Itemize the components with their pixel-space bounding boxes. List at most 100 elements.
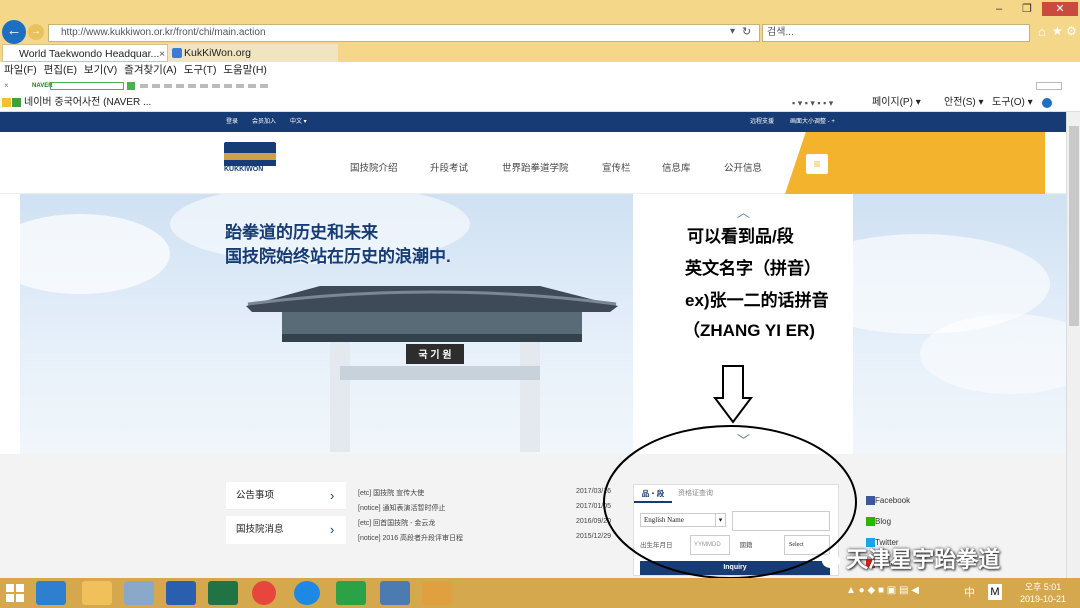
ie-icon[interactable]	[36, 581, 66, 605]
blog-link[interactable]: Blog	[866, 511, 910, 532]
naver-toolbar: × NAVER	[0, 78, 1080, 94]
help-icon[interactable]	[1042, 98, 1052, 108]
word-icon[interactable]	[166, 581, 196, 605]
minimize-button[interactable]: –	[986, 2, 1012, 16]
nav-public-info[interactable]: 公开信息	[724, 160, 762, 174]
side-tab-notices[interactable]: 公告事项 ›	[226, 482, 346, 510]
notice-list: [etc] 国技院 宣传大使 2017/03/16 [notice] 通知表演活暂…	[358, 488, 618, 548]
chevron-right-icon: ›	[330, 522, 335, 537]
menu-page[interactable]: 페이지(P) ▾	[872, 94, 921, 112]
favorites-star-icon[interactable]	[2, 98, 11, 107]
remote-support-link[interactable]: 远程支援	[750, 112, 774, 132]
wechat-icon	[822, 554, 840, 569]
nav-academy[interactable]: 世界跆拳道学院	[502, 160, 569, 174]
menu-file[interactable]: 파일(F)	[4, 64, 37, 76]
scrollbar-thumb[interactable]	[1069, 126, 1079, 326]
nav-about[interactable]: 国技院介绍	[350, 160, 398, 174]
toolbar-options[interactable]	[1036, 82, 1062, 90]
favicon-icon	[172, 48, 182, 58]
list-item[interactable]: [notice] 2016 高段者升段评审日程 2015/12/29	[358, 533, 618, 548]
down-arrow-icon	[713, 365, 753, 424]
kukkiwon-logo[interactable]: KUKKIWON	[224, 142, 276, 174]
star-icon[interactable]: ★	[1052, 24, 1063, 38]
snipping-tool-icon[interactable]	[124, 581, 154, 605]
zoom-control[interactable]: 画面大小调整 - +	[790, 112, 835, 132]
chrome-icon[interactable]	[252, 581, 276, 605]
refresh-icon[interactable]: ↻	[742, 25, 751, 38]
blog-icon	[866, 517, 875, 527]
toolbar-close-icon[interactable]: ×	[4, 78, 9, 94]
hero-headline-2: 国技院始终站在历史的浪潮中.	[225, 247, 451, 266]
forward-button[interactable]: →	[28, 24, 44, 40]
chevron-up-icon[interactable]: ︿	[737, 202, 750, 221]
home-icon[interactable]: ⌂	[1038, 24, 1046, 39]
join-link[interactable]: 会员加入	[252, 112, 276, 132]
web-content: 登录 会员加入 中文 ▾ 远程支援 画面大小调整 - + KUKKIWON 国技…	[0, 112, 1066, 578]
favorites-bar: 네이버 중국어사전 (NAVER ... ▪ ▾ ▪ ▾ ▪ ▪ ▾ 페이지(P…	[0, 94, 1080, 112]
social-label: Facebook	[875, 496, 911, 505]
menu-tools[interactable]: 도구(T)	[184, 64, 217, 76]
back-button[interactable]: ←	[2, 20, 26, 44]
login-link[interactable]: 登录	[226, 112, 238, 132]
address-bar[interactable]: http://www.kukkiwon.or.kr/front/chi/main…	[48, 24, 760, 42]
naver-search-button[interactable]	[127, 82, 135, 90]
nav-info[interactable]: 信息库	[662, 160, 691, 174]
photo-viewer-icon[interactable]	[380, 581, 410, 605]
list-item[interactable]: [etc] 回首国技院 - 金云龙 2016/09/20	[358, 518, 618, 533]
address-row: ← → http://www.kukkiwon.or.kr/front/chi/…	[0, 20, 1080, 44]
ime-indicator[interactable]: 中	[964, 584, 975, 600]
notice-title: [etc] 回首国技院 - 金云龙	[358, 520, 436, 527]
notice-title: [notice] 2016 高段者升段评审日程	[358, 535, 464, 542]
nav-pr[interactable]: 宣传栏	[602, 160, 631, 174]
naver-search-input[interactable]	[50, 82, 124, 90]
social-label: Blog	[875, 517, 892, 526]
excel-icon[interactable]	[208, 581, 238, 605]
favorite-naver-dictionary[interactable]: 네이버 중국어사전 (NAVER ...	[24, 94, 151, 112]
taskbar: ▲ ● ◆ ■ ▣ ▤ ◀ 中 M 오후 5:01 2019-10-21	[0, 578, 1080, 608]
tab-label: World Taekwondo Headquar...	[19, 48, 160, 60]
hero-banner: 국 기 원 跆拳道的历史和未来 国技院始终站在历史的浪潮中.	[20, 194, 1066, 454]
site-header: KUKKIWON 国技院介绍 升段考试 世界跆拳道学院 宣传栏 信息库 公开信息…	[0, 132, 1066, 194]
hamburger-menu-icon[interactable]: ≡	[806, 154, 828, 174]
menu-favorites[interactable]: 즐겨찾기(A)	[124, 64, 177, 76]
gate-sign: 국 기 원	[418, 350, 452, 361]
list-item[interactable]: [etc] 国技院 宣传大使 2017/03/16	[358, 488, 618, 503]
menu-tools-cmd[interactable]: 도구(O) ▾	[992, 94, 1033, 112]
windows-start-icon[interactable]	[6, 584, 24, 602]
paint-icon[interactable]	[422, 581, 452, 605]
menu-safety[interactable]: 안전(S) ▾	[944, 94, 984, 112]
menu-help[interactable]: 도움말(H)	[223, 64, 267, 76]
watermark-text: 天津星宇跆拳道	[822, 542, 1000, 574]
list-item[interactable]: [notice] 通知表演活暂时停止 2017/01/05	[358, 503, 618, 518]
tab-world-taekwondo[interactable]: World Taekwondo Headquar... ×	[2, 44, 168, 62]
highlight-ellipse	[603, 425, 857, 578]
toolbar-items[interactable]	[140, 84, 270, 88]
menu-edit[interactable]: 편집(E)	[44, 64, 77, 76]
command-icons[interactable]: ▪ ▾ ▪ ▾ ▪ ▪ ▾	[792, 94, 833, 112]
menu-bar: 파일(F) 편집(E) 보기(V) 즐겨찾기(A) 도구(T) 도움말(H)	[0, 62, 1080, 78]
wechat-icon[interactable]	[336, 581, 366, 605]
restore-button[interactable]: ❐	[1014, 2, 1040, 16]
menu-view[interactable]: 보기(V)	[84, 64, 117, 76]
facebook-link[interactable]: Facebook	[866, 490, 910, 511]
scrollbar[interactable]	[1066, 112, 1080, 578]
search-input[interactable]: 검색...	[762, 24, 1030, 42]
annotation-line-2: 英文名字（拼音）	[685, 259, 821, 278]
annotation-line-1: 可以看到品/段	[687, 227, 794, 246]
dropdown-icon[interactable]: ▾	[730, 26, 735, 37]
tab-label: KukKiWon.org	[184, 47, 251, 59]
browser-icon[interactable]	[294, 581, 320, 605]
close-button[interactable]: ✕	[1042, 2, 1078, 16]
tab-close-icon[interactable]: ×	[159, 45, 165, 63]
clock[interactable]: 오후 5:01 2019-10-21	[1012, 581, 1074, 605]
file-explorer-icon[interactable]	[82, 581, 112, 605]
side-tab-news[interactable]: 国技院消息 ›	[226, 516, 346, 544]
window-titlebar: – ❐ ✕	[0, 0, 1080, 22]
nav-promotion-test[interactable]: 升段考试	[430, 160, 468, 174]
language-select[interactable]: 中文 ▾	[290, 112, 307, 132]
ime-mode-indicator[interactable]: M	[988, 584, 1002, 600]
naver-favicon-icon	[12, 98, 21, 107]
gear-icon[interactable]: ⚙	[1066, 24, 1077, 38]
tray-icons[interactable]: ▲ ● ◆ ■ ▣ ▤ ◀	[846, 585, 919, 596]
tab-kukkiwon[interactable]: KukKiWon.org	[168, 44, 338, 62]
